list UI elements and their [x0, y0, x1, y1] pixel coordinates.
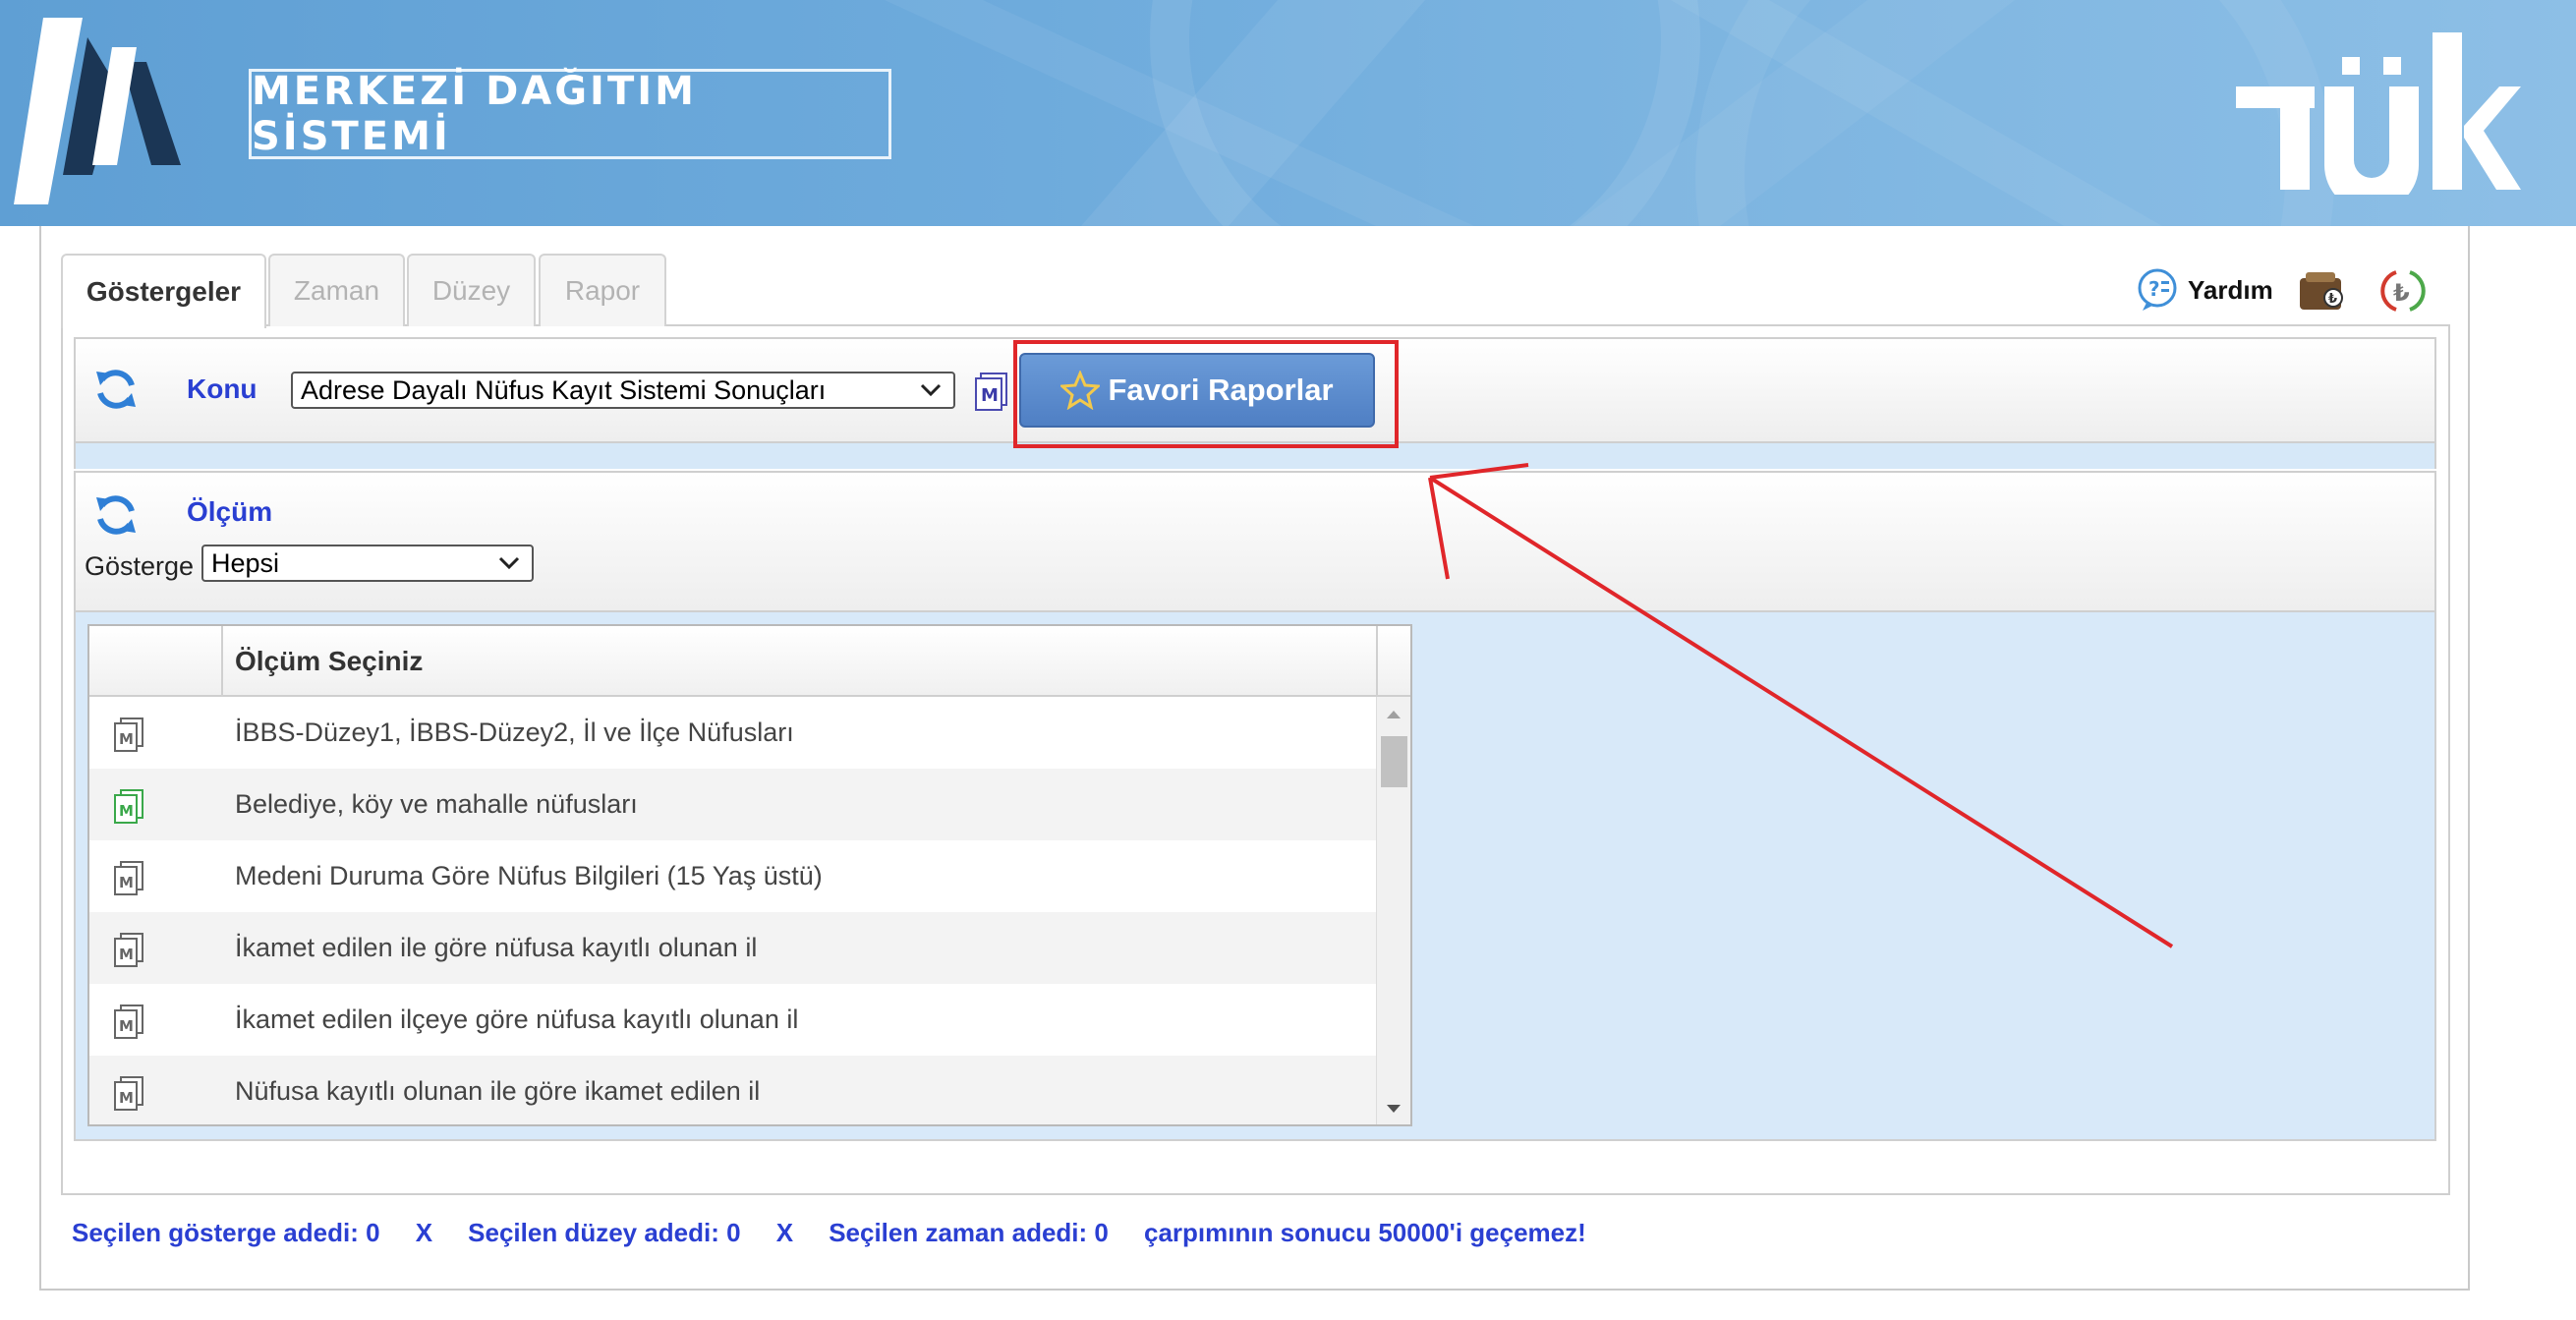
metadata-doc-icon[interactable]: M: [111, 860, 146, 895]
row-label: Medeni Duruma Göre Nüfus Bilgileri (15 Y…: [235, 861, 823, 890]
duzey-count: Seçilen düzey adedi: 0: [468, 1218, 741, 1247]
konu-select-value: Adrese Dayalı Nüfus Kayıt Sistemi Sonuçl…: [301, 374, 827, 405]
refresh-konu-icon[interactable]: [92, 366, 140, 413]
scroll-thumb[interactable]: [1381, 736, 1407, 787]
table-row[interactable]: M İkamet edilen ile göre nüfusa kayıtlı o…: [89, 912, 1376, 984]
table-row[interactable]: M Nüfusa kayıtlı olunan ile göre ikamet e…: [89, 1056, 1376, 1124]
table-row[interactable]: M İkamet edilen ilçeye göre nüfusa kayıtl…: [89, 984, 1376, 1056]
svg-text:M: M: [981, 385, 999, 406]
svg-text:₺: ₺: [2393, 279, 2410, 307]
favorite-reports-button[interactable]: Favori Raporlar: [1019, 353, 1375, 428]
brand-title-box: MERKEZİ DAĞITIM SİSTEMİ: [249, 69, 891, 159]
separator-x: X: [415, 1218, 433, 1247]
tab-label: Rapor: [564, 275, 641, 306]
metadata-doc-icon[interactable]: M: [111, 932, 146, 967]
tab-duzey[interactable]: Düzey: [407, 254, 536, 326]
help-label: Yardım: [2188, 274, 2273, 305]
scroll-down-icon[interactable]: [1377, 1099, 1411, 1119]
konu-label: Konu: [187, 373, 258, 404]
table-row[interactable]: M İBBS-Düzey1, İBBS-Düzey2, İl ve İlçe Nü…: [89, 697, 1376, 769]
header-banner: MERKEZİ DAĞITIM SİSTEMİ: [0, 0, 2576, 226]
favorite-reports-label: Favori Raporlar: [1108, 373, 1334, 407]
grid-header-label: Ölçüm Seçiniz: [235, 646, 424, 676]
scroll-up-icon[interactable]: [1377, 705, 1411, 724]
metadata-doc-icon[interactable]: M: [111, 717, 146, 752]
svg-text:M: M: [119, 946, 134, 963]
svg-text:M: M: [119, 1017, 134, 1035]
metadata-doc-icon[interactable]: M: [111, 1004, 146, 1039]
metadata-doc-icon[interactable]: M: [111, 788, 146, 824]
metadata-doc-icon[interactable]: M: [111, 1075, 146, 1111]
lira-icon[interactable]: ₺: [2378, 268, 2428, 314]
grid-scrollbar[interactable]: [1376, 697, 1411, 1124]
svg-text:M: M: [119, 874, 134, 891]
olcum-label: Ölçüm: [187, 496, 273, 527]
olcum-bar: [74, 471, 2436, 612]
svg-text:₺: ₺: [2328, 292, 2337, 307]
column-divider: [221, 626, 223, 697]
selection-summary: Seçilen gösterge adedi: 0 X Seçilen düze…: [72, 1218, 1586, 1248]
row-label: İkamet edilen ilçeye göre nüfusa kayıtlı…: [235, 1004, 799, 1034]
tab-label: Göstergeler: [86, 276, 242, 307]
table-row[interactable]: M Belediye, köy ve mahalle nüfusları: [89, 769, 1376, 840]
tab-gostergeler[interactable]: Göstergeler: [61, 254, 266, 328]
star-icon: [1060, 371, 1101, 410]
tab-label: Zaman: [293, 275, 380, 306]
chevron-down-icon: [498, 556, 520, 570]
gosterge-select-value: Hepsi: [211, 547, 280, 578]
svg-text:?: ?: [2148, 277, 2160, 301]
svg-text:M: M: [119, 730, 134, 748]
row-label: İkamet edilen ile göre nüfusa kayıtlı ol…: [235, 933, 758, 962]
column-divider: [1376, 626, 1378, 697]
row-label: İBBS-Düzey1, İBBS-Düzey2, İl ve İlçe Nüf…: [235, 717, 794, 747]
tab-label: Düzey: [431, 275, 511, 306]
svg-text:M: M: [119, 802, 134, 820]
grid-header: Ölçüm Seçiniz: [89, 626, 1410, 697]
olcum-grid: Ölçüm Seçiniz M İBBS-Düzey1, İBBS-Düzey2,…: [87, 624, 1412, 1126]
brand-title: MERKEZİ DAĞITIM SİSTEMİ: [252, 69, 697, 159]
gosterge-select[interactable]: Hepsi: [201, 545, 534, 582]
gosterge-count: Seçilen gösterge adedi: 0: [72, 1218, 380, 1247]
row-label: Belediye, köy ve mahalle nüfusları: [235, 789, 638, 819]
wallet-icon[interactable]: ₺: [2298, 268, 2347, 314]
help-chat-icon: ?: [2138, 268, 2177, 311]
table-row[interactable]: M Medeni Duruma Göre Nüfus Bilgileri (15 …: [89, 840, 1376, 912]
tuik-logo: [2236, 32, 2521, 195]
tab-zaman[interactable]: Zaman: [268, 254, 405, 326]
refresh-olcum-icon[interactable]: [92, 491, 140, 539]
konu-select[interactable]: Adrese Dayalı Nüfus Kayıt Sistemi Sonuçl…: [291, 372, 955, 409]
gosterge-label: Gösterge: [85, 551, 195, 581]
help-link[interactable]: ? Yardım: [2135, 267, 2273, 313]
zaman-count: Seçilen zaman adedi: 0: [829, 1218, 1109, 1247]
tab-rapor[interactable]: Rapor: [539, 254, 666, 326]
mds-logo: [14, 18, 181, 204]
metadata-icon[interactable]: M: [973, 372, 1012, 411]
svg-text:M: M: [119, 1089, 134, 1107]
chevron-down-icon: [920, 383, 942, 397]
separator-x: X: [775, 1218, 794, 1247]
row-label: Nüfusa kayıtlı olunan ile göre ikamet ed…: [235, 1076, 761, 1106]
limit-warning: çarpımının sonucu 50000'i geçemez!: [1143, 1218, 1586, 1247]
